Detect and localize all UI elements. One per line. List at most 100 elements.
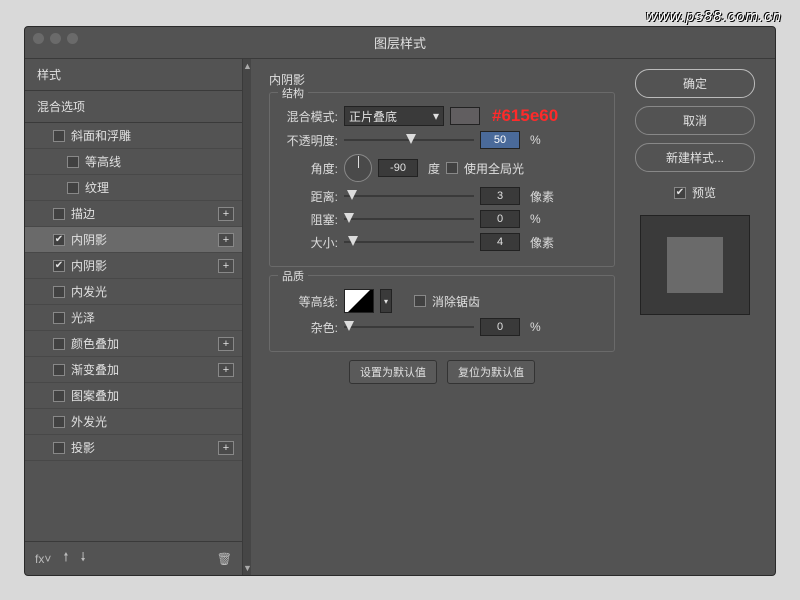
choke-label: 阻塞: (280, 211, 338, 228)
sidebar-scrollbar[interactable]: ▲ ▼ (243, 59, 251, 575)
noise-label: 杂色: (280, 319, 338, 336)
distance-slider[interactable] (344, 189, 474, 203)
sidebar-footer: fx˅ 🠕 🠗 🗑 (25, 541, 242, 575)
opacity-input[interactable] (480, 131, 520, 149)
sidebar-item-7[interactable]: 光泽 (25, 305, 242, 331)
style-label: 颜色叠加 (71, 335, 119, 352)
dialog-title: 图层样式 (374, 36, 426, 51)
size-slider[interactable] (344, 235, 474, 249)
structure-legend: 结构 (278, 85, 308, 101)
sidebar-header-styles[interactable]: 样式 (25, 59, 242, 91)
sidebar-item-4[interactable]: 内阴影 + (25, 227, 242, 253)
sidebar-item-3[interactable]: 描边+ (25, 201, 242, 227)
style-checkbox[interactable] (53, 286, 65, 298)
percent-unit3: % (530, 320, 541, 334)
px-unit: 像素 (530, 188, 554, 205)
add-effect-icon[interactable]: + (218, 259, 234, 273)
opacity-label: 不透明度: (280, 132, 338, 149)
panel-title: 内阴影 (269, 71, 615, 88)
fx-icon[interactable]: fx˅ (35, 552, 51, 566)
style-checkbox[interactable] (53, 312, 65, 324)
sidebar-item-12[interactable]: 投影 + (25, 435, 242, 461)
blend-mode-select[interactable]: 正片叠底 ▾ (344, 106, 444, 126)
global-light-checkbox[interactable] (446, 162, 458, 174)
quality-legend: 品质 (278, 268, 308, 284)
window-controls[interactable] (33, 33, 78, 44)
sidebar-header-blend[interactable]: 混合选项 (25, 91, 242, 123)
angle-input[interactable] (378, 159, 418, 177)
noise-input[interactable] (480, 318, 520, 336)
set-default-button[interactable]: 设置为默认值 (349, 360, 437, 384)
style-label: 投影 (71, 439, 95, 456)
dialog-titlebar: 图层样式 (25, 27, 775, 59)
size-label: 大小: (280, 234, 338, 251)
percent-unit: % (530, 133, 541, 147)
sidebar-item-10[interactable]: 图案叠加 (25, 383, 242, 409)
style-checkbox[interactable] (53, 416, 65, 428)
sidebar-item-2[interactable]: 纹理 (25, 175, 242, 201)
settings-panel: 内阴影 结构 混合模式: 正片叠底 ▾ #615e60 不透明度: (269, 69, 615, 565)
style-checkbox[interactable] (53, 260, 65, 272)
blend-mode-label: 混合模式: (280, 108, 338, 125)
antialias-label: 消除锯齿 (432, 293, 480, 310)
move-down-icon[interactable]: 🠗 (81, 548, 86, 569)
style-checkbox[interactable] (53, 234, 65, 246)
preview-swatch (667, 237, 723, 293)
sidebar-list: 斜面和浮雕等高线纹理描边+内阴影+内阴影+内发光光泽颜色叠加+渐变叠加+图案叠加… (25, 123, 242, 541)
angle-dial[interactable] (344, 154, 372, 182)
choke-input[interactable] (480, 210, 520, 228)
layer-style-dialog: 图层样式 样式 混合选项 斜面和浮雕等高线纹理描边+ 内阴影 + 内阴影 + 内发光光泽颜… (24, 26, 776, 576)
sidebar-item-1[interactable]: 等高线 (25, 149, 242, 175)
preview-checkbox[interactable] (674, 187, 686, 199)
add-effect-icon[interactable]: + (218, 337, 234, 351)
style-label: 内阴影 (71, 231, 107, 248)
add-effect-icon[interactable]: + (218, 233, 234, 247)
choke-slider[interactable] (344, 212, 474, 226)
noise-slider[interactable] (344, 320, 474, 334)
sidebar-item-6[interactable]: 内发光 (25, 279, 242, 305)
distance-input[interactable] (480, 187, 520, 205)
cancel-button[interactable]: 取消 (635, 106, 755, 135)
style-checkbox[interactable] (53, 390, 65, 402)
angle-label: 角度: (280, 160, 338, 177)
style-label: 内阴影 (71, 257, 107, 274)
move-up-icon[interactable]: 🠕 (63, 548, 68, 569)
style-label: 图案叠加 (71, 387, 119, 404)
ok-button[interactable]: 确定 (635, 69, 755, 98)
size-input[interactable] (480, 233, 520, 251)
color-swatch[interactable] (450, 107, 480, 125)
scroll-up-icon[interactable]: ▲ (243, 59, 251, 73)
contour-dropdown[interactable]: ▾ (380, 289, 392, 313)
opacity-slider[interactable] (344, 133, 474, 147)
new-style-button[interactable]: 新建样式... (635, 143, 755, 172)
quality-group: 品质 等高线: ▾ 消除锯齿 杂色: % (269, 275, 615, 352)
add-effect-icon[interactable]: + (218, 363, 234, 377)
style-label: 内发光 (71, 283, 107, 300)
style-checkbox[interactable] (67, 182, 79, 194)
sidebar-item-11[interactable]: 外发光 (25, 409, 242, 435)
chevron-down-icon: ▾ (433, 109, 439, 123)
add-effect-icon[interactable]: + (218, 207, 234, 221)
style-checkbox[interactable] (53, 130, 65, 142)
contour-label: 等高线: (280, 293, 338, 310)
sidebar-item-9[interactable]: 渐变叠加+ (25, 357, 242, 383)
px-unit2: 像素 (530, 234, 554, 251)
contour-swatch[interactable] (344, 289, 374, 313)
trash-icon[interactable]: 🗑 (217, 552, 232, 566)
styles-sidebar: 样式 混合选项 斜面和浮雕等高线纹理描边+内阴影+内阴影+内发光光泽颜色叠加+渐… (25, 59, 243, 575)
add-effect-icon[interactable]: + (218, 441, 234, 455)
sidebar-item-0[interactable]: 斜面和浮雕 (25, 123, 242, 149)
reset-default-button[interactable]: 复位为默认值 (447, 360, 535, 384)
sidebar-item-8[interactable]: 颜色叠加 + (25, 331, 242, 357)
style-checkbox[interactable] (53, 338, 65, 350)
preview-label: 预览 (692, 184, 716, 201)
antialias-checkbox[interactable] (414, 295, 426, 307)
style-label: 光泽 (71, 309, 95, 326)
blend-mode-value: 正片叠底 (349, 108, 397, 125)
style-checkbox[interactable] (53, 364, 65, 376)
style-checkbox[interactable] (67, 156, 79, 168)
sidebar-item-5[interactable]: 内阴影 + (25, 253, 242, 279)
style-checkbox[interactable] (53, 442, 65, 454)
scroll-down-icon[interactable]: ▼ (243, 561, 251, 575)
style-checkbox[interactable] (53, 208, 65, 220)
